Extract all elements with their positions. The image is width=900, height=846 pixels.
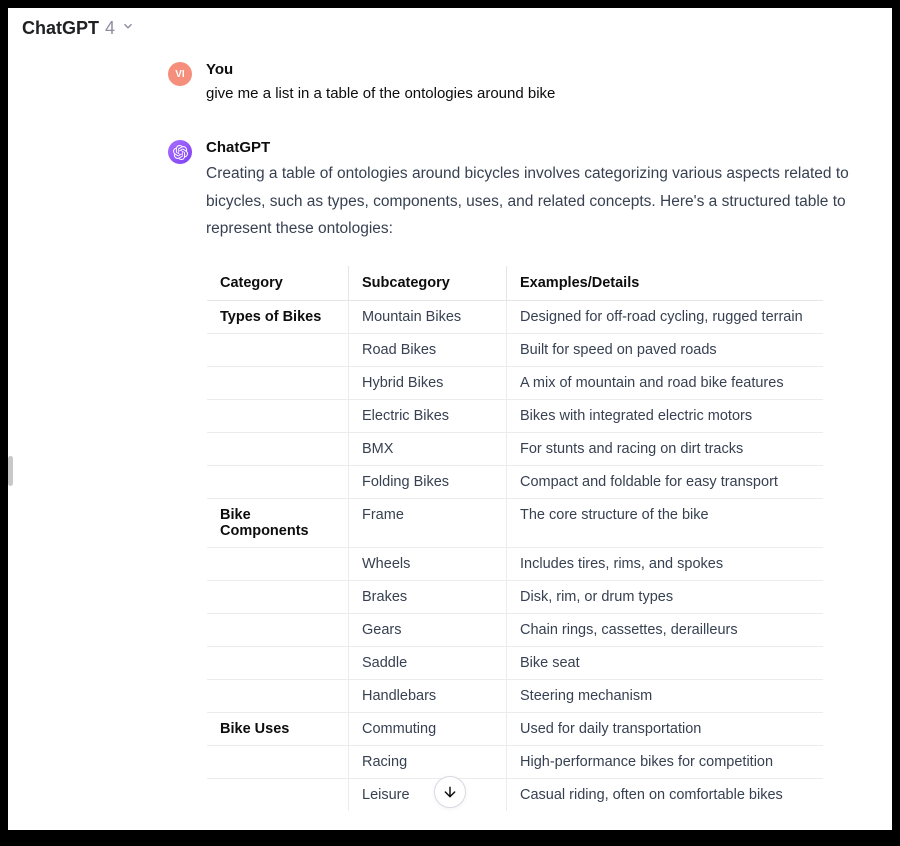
- category-cell: [207, 679, 349, 712]
- details-cell: Compact and foldable for easy transport: [507, 465, 824, 498]
- category-cell: [207, 646, 349, 679]
- subcategory-cell: Handlebars: [349, 679, 507, 712]
- subcategory-cell: Gears: [349, 613, 507, 646]
- details-cell: A mix of mountain and road bike features: [507, 366, 824, 399]
- category-cell: Bike Components: [207, 498, 349, 547]
- subcategory-cell: Hybrid Bikes: [349, 366, 507, 399]
- table-row: LeisureCasual riding, often on comfortab…: [207, 778, 824, 811]
- table-row: WheelsIncludes tires, rims, and spokes: [207, 547, 824, 580]
- details-cell: Built for speed on paved roads: [507, 333, 824, 366]
- chevron-down-icon: [121, 19, 135, 38]
- model-name: ChatGPT: [22, 18, 99, 39]
- category-cell: [207, 465, 349, 498]
- subcategory-cell: BMX: [349, 432, 507, 465]
- table-header: Category: [207, 265, 349, 300]
- details-cell: Bikes with integrated electric motors: [507, 399, 824, 432]
- ontology-table: Category Subcategory Examples/Details Ty…: [206, 265, 824, 812]
- table-row: GearsChain rings, cassettes, derailleurs: [207, 613, 824, 646]
- subcategory-cell: Leisure: [349, 778, 507, 811]
- category-cell: [207, 432, 349, 465]
- category-cell: Bike Uses: [207, 712, 349, 745]
- details-cell: Casual riding, often on comfortable bike…: [507, 778, 824, 811]
- table-row: Folding BikesCompact and foldable for ea…: [207, 465, 824, 498]
- details-cell: Chain rings, cassettes, derailleurs: [507, 613, 824, 646]
- table-row: RacingHigh-performance bikes for competi…: [207, 745, 824, 778]
- table-row: HandlebarsSteering mechanism: [207, 679, 824, 712]
- subcategory-cell: Brakes: [349, 580, 507, 613]
- openai-logo-icon: [173, 145, 188, 160]
- model-switcher[interactable]: ChatGPT 4: [8, 8, 892, 39]
- category-cell: [207, 613, 349, 646]
- subcategory-cell: Electric Bikes: [349, 399, 507, 432]
- details-cell: Used for daily transportation: [507, 712, 824, 745]
- table-row: Road BikesBuilt for speed on paved roads: [207, 333, 824, 366]
- category-cell: [207, 580, 349, 613]
- details-cell: Disk, rim, or drum types: [507, 580, 824, 613]
- table-header-row: Category Subcategory Examples/Details: [207, 265, 824, 300]
- details-cell: High-performance bikes for competition: [507, 745, 824, 778]
- conversation-pane[interactable]: VI You give me a list in a table of the …: [8, 39, 892, 827]
- table-header: Subcategory: [349, 265, 507, 300]
- category-cell: [207, 547, 349, 580]
- category-cell: [207, 366, 349, 399]
- category-cell: [207, 778, 349, 811]
- category-cell: Types of Bikes: [207, 300, 349, 333]
- sender-label: You: [206, 61, 852, 78]
- details-cell: For stunts and racing on dirt tracks: [507, 432, 824, 465]
- subcategory-cell: Racing: [349, 745, 507, 778]
- scroll-to-bottom-button[interactable]: [434, 776, 466, 808]
- table-row: BMXFor stunts and racing on dirt tracks: [207, 432, 824, 465]
- details-cell: Bike seat: [507, 646, 824, 679]
- table-row: Hybrid BikesA mix of mountain and road b…: [207, 366, 824, 399]
- subcategory-cell: Frame: [349, 498, 507, 547]
- table-row: Types of BikesMountain BikesDesigned for…: [207, 300, 824, 333]
- user-message: VI You give me a list in a table of the …: [48, 61, 852, 105]
- details-cell: Includes tires, rims, and spokes: [507, 547, 824, 580]
- category-cell: [207, 399, 349, 432]
- model-version: 4: [105, 18, 115, 39]
- sender-label: ChatGPT: [206, 139, 852, 156]
- subcategory-cell: Road Bikes: [349, 333, 507, 366]
- table-row: BrakesDisk, rim, or drum types: [207, 580, 824, 613]
- table-row: SaddleBike seat: [207, 646, 824, 679]
- table-row: Bike UsesCommutingUsed for daily transpo…: [207, 712, 824, 745]
- table-row: Electric BikesBikes with integrated elec…: [207, 399, 824, 432]
- assistant-message: ChatGPT Creating a table of ontologies a…: [48, 139, 852, 812]
- details-cell: Steering mechanism: [507, 679, 824, 712]
- subcategory-cell: Saddle: [349, 646, 507, 679]
- table-header: Examples/Details: [507, 265, 824, 300]
- assistant-intro-text: Creating a table of ontologies around bi…: [206, 160, 852, 243]
- subcategory-cell: Commuting: [349, 712, 507, 745]
- arrow-down-icon: [442, 784, 458, 800]
- table-row: Bike ComponentsFrameThe core structure o…: [207, 498, 824, 547]
- category-cell: [207, 333, 349, 366]
- subcategory-cell: Folding Bikes: [349, 465, 507, 498]
- category-cell: [207, 745, 349, 778]
- subcategory-cell: Mountain Bikes: [349, 300, 507, 333]
- subcategory-cell: Wheels: [349, 547, 507, 580]
- details-cell: The core structure of the bike: [507, 498, 824, 547]
- user-message-text: give me a list in a table of the ontolog…: [206, 82, 852, 105]
- assistant-avatar: [168, 140, 192, 164]
- user-avatar: VI: [168, 62, 192, 86]
- scrollbar-track[interactable]: [8, 456, 13, 486]
- details-cell: Designed for off-road cycling, rugged te…: [507, 300, 824, 333]
